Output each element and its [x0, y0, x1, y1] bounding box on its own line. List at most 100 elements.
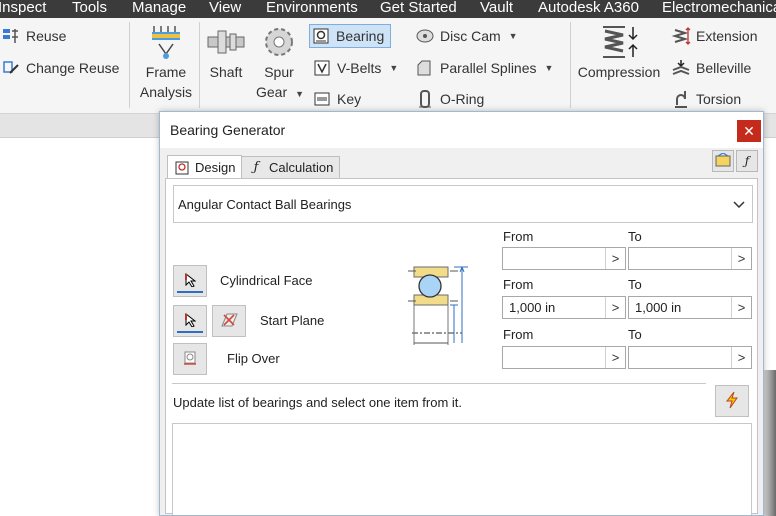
shaft-label: Shaft	[209, 64, 243, 80]
options-button[interactable]	[712, 150, 734, 172]
change-reuse-button[interactable]: Change Reuse	[0, 56, 119, 80]
menu-electromechanical[interactable]: Electromechanica	[662, 0, 776, 18]
range-3-to-field[interactable]: >	[628, 346, 752, 369]
bearing-button[interactable]: Bearing	[309, 24, 392, 48]
reuse-icon	[0, 26, 22, 46]
lightning-icon	[725, 391, 739, 412]
frame-analysis-icon	[136, 22, 196, 62]
menu-manage[interactable]: Manage	[132, 0, 186, 18]
shaft-button[interactable]: Shaft	[203, 22, 249, 82]
plane-cross-icon	[219, 311, 239, 332]
design-tab-panel: Angular Contact Ball Bearings Cylindrica…	[165, 178, 758, 515]
bearing-dimension-diagram	[404, 259, 484, 355]
bearing-icon	[310, 26, 332, 46]
bearing-results-list[interactable]	[172, 423, 752, 515]
range-1-from-label: From	[503, 229, 534, 244]
tab-design-label: Design	[195, 160, 236, 175]
range-1-from-field[interactable]: >	[502, 247, 626, 270]
flip-over-button[interactable]	[173, 343, 207, 375]
cylindrical-face-select-button[interactable]	[173, 265, 207, 297]
menu-vault[interactable]: Vault	[480, 0, 513, 18]
bearing-icon	[174, 160, 190, 176]
extension-button[interactable]: Extension	[670, 24, 757, 48]
chevron-down-icon	[732, 197, 746, 211]
function-icon: ƒ	[253, 160, 259, 175]
disc-cam-button[interactable]: Disc Cam ▼	[414, 24, 518, 48]
tab-calculation[interactable]: ƒ Calculation	[241, 156, 341, 178]
v-belts-button[interactable]: V-Belts ▼	[311, 56, 398, 80]
dropdown-caret-icon[interactable]: ▼	[389, 63, 398, 73]
compression-button[interactable]: Compression	[574, 22, 664, 82]
belleville-button[interactable]: Belleville	[670, 56, 751, 80]
tab-calculation-label: Calculation	[269, 160, 334, 175]
v-belts-label: V-Belts	[337, 60, 382, 76]
v-belts-icon	[311, 58, 333, 78]
menu-autodesk-a360[interactable]: Autodesk A360	[538, 0, 639, 18]
extension-spring-icon	[670, 26, 692, 46]
spur-gear-button[interactable]: Spur Gear ▼	[256, 22, 304, 104]
range-2-to-label: To	[628, 277, 642, 292]
belleville-label: Belleville	[696, 60, 752, 76]
divider	[172, 383, 706, 384]
menu-inspect[interactable]: Inspect	[0, 0, 46, 18]
menu-environments[interactable]: Environments	[266, 0, 358, 18]
cursor-arrow-icon	[184, 272, 197, 290]
menu-view[interactable]: View	[209, 0, 241, 18]
update-bearing-list-button[interactable]	[715, 385, 749, 417]
torsion-button[interactable]: Torsion	[670, 87, 741, 111]
disc-cam-label: Disc Cam	[440, 28, 501, 44]
shaft-icon	[203, 22, 249, 62]
disc-cam-icon	[414, 26, 436, 46]
spur-gear-label-2: Gear ▼	[256, 82, 304, 104]
bearing-generator-dialog: Bearing Generator ✕ Design ƒ Calculation…	[159, 111, 764, 516]
range-1-to-field[interactable]: >	[628, 247, 752, 270]
frame-analysis-label-2: Analysis	[139, 84, 193, 100]
update-hint-text: Update list of bearings and select one i…	[173, 395, 463, 410]
spur-gear-label-2-text: Gear	[256, 84, 288, 100]
parallel-splines-button[interactable]: Parallel Splines ▼	[414, 56, 553, 80]
key-button[interactable]: Key	[311, 87, 361, 111]
dropdown-caret-icon[interactable]: ▼	[295, 89, 304, 99]
tab-design[interactable]: Design	[167, 155, 243, 179]
extension-label: Extension	[696, 28, 758, 44]
reuse-button[interactable]: Reuse	[0, 24, 66, 48]
change-reuse-icon	[0, 58, 22, 78]
parallel-splines-icon	[414, 58, 436, 78]
bearing-type-select[interactable]: Angular Contact Ball Bearings	[173, 185, 753, 223]
chevron-right-icon[interactable]: >	[731, 297, 751, 318]
dropdown-caret-icon[interactable]: ▼	[509, 31, 518, 41]
dialog-title: Bearing Generator	[170, 122, 286, 138]
spur-gear-label-1: Spur	[264, 64, 294, 80]
ribbon-separator	[199, 22, 200, 108]
chevron-right-icon[interactable]: >	[731, 347, 751, 368]
bearing-label: Bearing	[336, 28, 385, 44]
close-button[interactable]: ✕	[737, 120, 761, 142]
start-plane-clear-button[interactable]	[212, 305, 246, 337]
bearing-type-value: Angular Contact Ball Bearings	[178, 196, 352, 212]
menu-get-started[interactable]: Get Started	[380, 0, 457, 18]
ribbon-separator	[129, 22, 130, 108]
chevron-right-icon[interactable]: >	[605, 347, 625, 368]
menu-tools[interactable]: Tools	[72, 0, 107, 18]
o-ring-label: O-Ring	[440, 91, 485, 107]
key-icon	[311, 89, 333, 109]
frame-analysis-label-1: Frame	[145, 64, 187, 80]
compression-label: Compression	[577, 64, 661, 80]
chevron-right-icon[interactable]: >	[605, 297, 625, 318]
chevron-right-icon[interactable]: >	[731, 248, 751, 269]
range-3-from-field[interactable]: >	[502, 346, 626, 369]
calculation-options-button[interactable]: ƒ	[736, 150, 758, 172]
frame-analysis-button[interactable]: Frame Analysis	[136, 22, 196, 102]
function-icon: ƒ	[744, 154, 750, 168]
range-2-from-field[interactable]: 1,000 in >	[502, 296, 626, 319]
menu-bar: Inspect Tools Manage View Environments G…	[0, 0, 776, 18]
o-ring-button[interactable]: O-Ring	[414, 87, 484, 111]
dialog-title-bar[interactable]: Bearing Generator ✕	[160, 112, 763, 148]
start-plane-select-button[interactable]	[173, 305, 207, 337]
options-icon	[715, 151, 731, 170]
flip-icon	[182, 350, 198, 369]
chevron-right-icon[interactable]: >	[605, 248, 625, 269]
dropdown-caret-icon[interactable]: ▼	[545, 63, 554, 73]
range-2-to-value: 1,000 in	[635, 300, 682, 315]
range-2-to-field[interactable]: 1,000 in >	[628, 296, 752, 319]
